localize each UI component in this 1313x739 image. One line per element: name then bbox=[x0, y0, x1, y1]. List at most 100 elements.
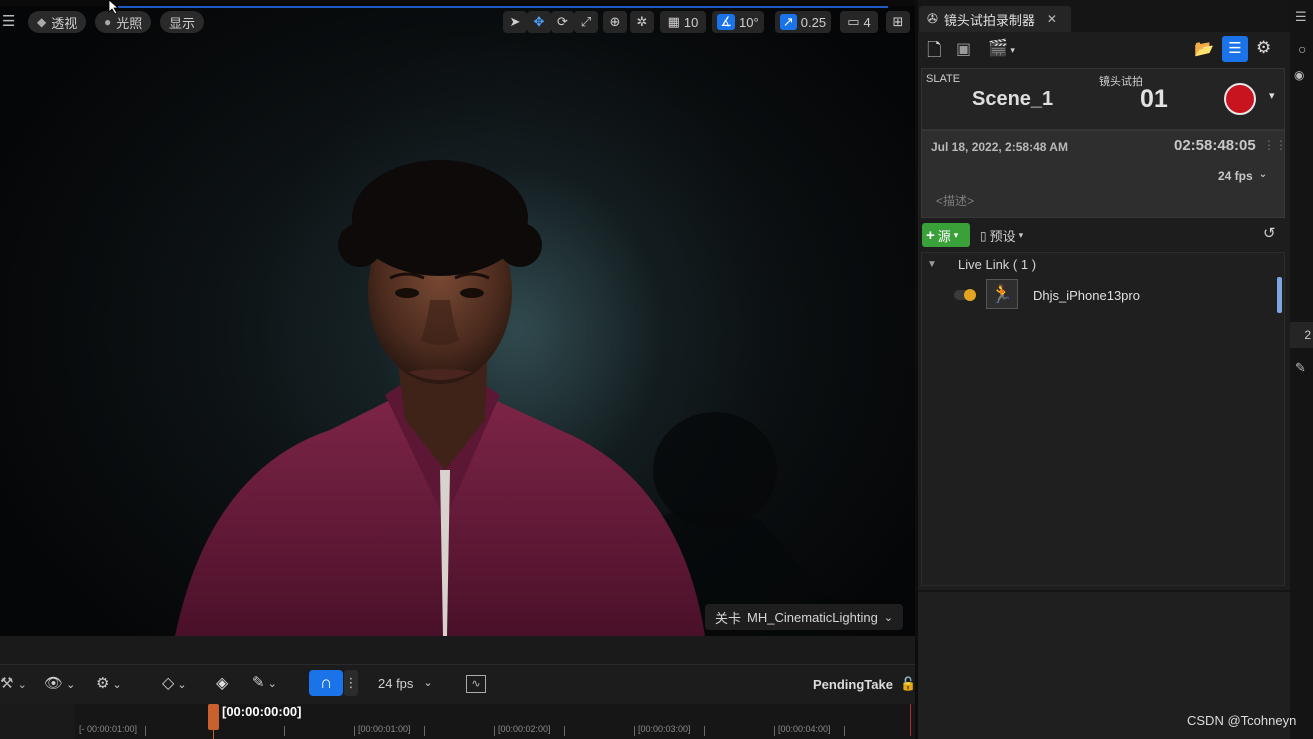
clapper-dropdown[interactable]: 🎬 ▾ bbox=[988, 38, 1015, 58]
eye-icon[interactable]: ◉ bbox=[1294, 68, 1304, 82]
keyframe-icon: ◈ bbox=[216, 675, 229, 692]
sources-scrollbar[interactable] bbox=[1277, 277, 1282, 313]
surface-snap-button[interactable]: ✲ bbox=[630, 11, 654, 33]
wrench-icon: ⚒ bbox=[0, 675, 14, 692]
view-mode-button[interactable]: ◆ 透视 bbox=[28, 11, 87, 33]
add-source-button[interactable]: + 源 ▾ bbox=[922, 223, 970, 247]
revert-icon[interactable]: ↺ bbox=[1263, 224, 1276, 242]
tick-mark bbox=[634, 726, 635, 736]
tick-mark bbox=[494, 726, 495, 736]
move-icon: ✥ bbox=[533, 14, 545, 29]
tick-label: [00:00:03:00] bbox=[638, 724, 691, 734]
presets-dropdown[interactable]: ▯ 预设 ▾ bbox=[980, 226, 1023, 245]
grid-snap-button[interactable]: ▦ 10 bbox=[660, 11, 706, 33]
tick-mark bbox=[564, 726, 565, 736]
fps-label: 24 fps bbox=[378, 676, 414, 691]
document-icon: 🗋 bbox=[927, 40, 942, 60]
list-icon[interactable]: ☰ bbox=[1295, 9, 1307, 25]
chevron-down-icon: ⌄ bbox=[63, 679, 76, 691]
lock-icon[interactable]: 🔓 bbox=[900, 676, 916, 692]
lighting-mode-button[interactable]: ● 光照 bbox=[95, 11, 152, 33]
level-badge[interactable]: 关卡 MH_CinematicLighting ⌄ bbox=[705, 604, 904, 630]
frame-rate-dropdown[interactable]: 24 fps ⌄ bbox=[1218, 169, 1267, 183]
sequencer-toolbar: ⚒ ⌄ 👁 ⌄ ⚙ ⌄ ◇ ⌄ ◈ ✎ ⌄ ∩ ⋮ 24 fps ⌄ ∿ Pen… bbox=[0, 664, 916, 704]
grid-icon: ▦ bbox=[667, 14, 680, 29]
playback-options-dropdown[interactable]: ⚙ ⌄ bbox=[96, 674, 122, 692]
slate-box: SLATE Scene_1 镜头试拍 01 ▾ bbox=[921, 68, 1285, 130]
close-icon[interactable]: ✕ bbox=[1047, 12, 1057, 26]
frame-rate-label: 24 fps bbox=[1218, 169, 1253, 183]
tick-label: [00:00:02:00] bbox=[498, 724, 551, 734]
level-viewport[interactable]: ☰ ◆ 透视 ● 光照 显示 ➤ ✥ ⟳ ⤢ ⊕ ✲ ▦ 10 ∡ 10° ↗ … bbox=[0, 0, 915, 636]
livelink-source-icon: 🏃 bbox=[986, 279, 1018, 309]
collapse-triangle-icon[interactable]: ▼ bbox=[927, 259, 937, 270]
source-name[interactable]: Dhjs_iPhone13pro bbox=[1033, 288, 1140, 303]
take-label: 镜头试拍 bbox=[1099, 76, 1143, 88]
select-tool-button[interactable]: ➤ bbox=[503, 11, 527, 33]
tab-take-recorder[interactable]: ✇ 镜头试拍录制器 ✕ bbox=[919, 6, 1071, 32]
chevron-down-icon: ⌄ bbox=[17, 679, 27, 691]
chevron-down-icon: ⌄ bbox=[109, 679, 122, 691]
side-tab-number[interactable]: 2 bbox=[1290, 322, 1313, 348]
fps-dropdown[interactable]: 24 fps ⌄ bbox=[378, 676, 433, 691]
rotate-tool-button[interactable]: ⟳ bbox=[551, 11, 574, 33]
translate-tool-button[interactable]: ✥ bbox=[527, 11, 551, 33]
tick-mark bbox=[774, 726, 775, 736]
key-tool-dropdown[interactable]: ⚒ ⌄ bbox=[0, 674, 27, 692]
chevron-down-icon: ⌄ bbox=[423, 677, 433, 689]
tick-mark bbox=[704, 726, 705, 736]
source-group-label[interactable]: Live Link ( 1 ) bbox=[958, 257, 1036, 272]
settings-button[interactable]: ⚙ bbox=[1256, 38, 1271, 58]
gears-icon: ⚙ bbox=[1256, 38, 1272, 57]
curve-editor-button[interactable]: ∿ bbox=[466, 675, 486, 693]
caret-down-icon: ▾ bbox=[953, 229, 959, 240]
viewport-bottom-gap bbox=[0, 636, 915, 664]
watermark-text: CSDN @Tcohneyn bbox=[1187, 713, 1297, 728]
viewport-layout-button[interactable]: ⊞ bbox=[886, 11, 910, 33]
timeline-ruler[interactable]: [- 00:00:01:00] [00:00:01:00] [00:00:02:… bbox=[75, 704, 915, 739]
world-local-button[interactable]: ⊕ bbox=[603, 11, 627, 33]
chevron-down-icon: ⌄ bbox=[264, 678, 277, 690]
scale-tool-button[interactable]: ⤢ bbox=[574, 11, 598, 33]
timecode-source-icon[interactable]: ⋮⋮ bbox=[1263, 138, 1287, 152]
edit-dropdown[interactable]: ✎ ⌄ bbox=[252, 673, 277, 691]
pencil-icon: ✎ bbox=[252, 674, 265, 691]
description-field[interactable]: <描述> bbox=[936, 192, 974, 209]
film-icon: ▣ bbox=[956, 41, 972, 58]
list-view-button[interactable]: ☰ bbox=[1222, 36, 1248, 62]
snap-options-button[interactable]: ⋮ bbox=[344, 670, 358, 696]
active-viewport-indicator bbox=[118, 6, 888, 8]
snap-toggle-button[interactable]: ∩ bbox=[309, 670, 343, 696]
playhead-line bbox=[213, 728, 214, 739]
scale-snap-button[interactable]: ↗ 0.25 bbox=[775, 11, 831, 33]
pencil-icon[interactable]: ✎ bbox=[1295, 360, 1306, 376]
show-button[interactable]: 显示 bbox=[160, 11, 205, 33]
tick-label: [00:00:04:00] bbox=[778, 724, 831, 734]
source-enabled-toggle[interactable] bbox=[954, 289, 976, 301]
folder-icon: 📂 bbox=[1194, 41, 1214, 58]
tick-label: [00:00:01:00] bbox=[358, 724, 411, 734]
grid-value: 10 bbox=[683, 14, 699, 30]
review-take-button[interactable]: ▣ bbox=[956, 39, 971, 59]
key-options-dropdown[interactable]: ◇ ⌄ bbox=[162, 673, 187, 693]
new-take-button[interactable]: 🗋 bbox=[927, 38, 941, 68]
record-options-caret-icon[interactable]: ▾ bbox=[1269, 89, 1275, 102]
tick-mark bbox=[354, 726, 355, 736]
caret-down-icon: ▾ bbox=[1007, 45, 1015, 55]
slate-value[interactable]: Scene_1 bbox=[972, 88, 1053, 111]
open-folder-button[interactable]: 📂 bbox=[1194, 39, 1214, 59]
playhead-handle[interactable] bbox=[208, 704, 219, 730]
rotation-snap-button[interactable]: ∡ 10° bbox=[712, 11, 764, 33]
level-name: MH_CinematicLighting bbox=[747, 609, 878, 625]
hamburger-icon[interactable]: ☰ bbox=[2, 12, 16, 32]
plus-icon: + bbox=[926, 226, 935, 244]
add-source-label: 源 bbox=[937, 228, 951, 244]
current-time-label: [00:00:00:00] bbox=[222, 704, 302, 719]
add-key-button[interactable]: ◈ bbox=[216, 673, 228, 693]
caret-down-icon: ▾ bbox=[1018, 230, 1024, 240]
take-value[interactable]: 01 bbox=[1140, 85, 1168, 114]
view-options-dropdown[interactable]: 👁 ⌄ bbox=[44, 674, 75, 692]
record-button[interactable] bbox=[1224, 83, 1256, 115]
camera-speed-button[interactable]: ▭ 4 bbox=[840, 11, 878, 33]
search-icon[interactable]: ○ bbox=[1298, 41, 1306, 57]
